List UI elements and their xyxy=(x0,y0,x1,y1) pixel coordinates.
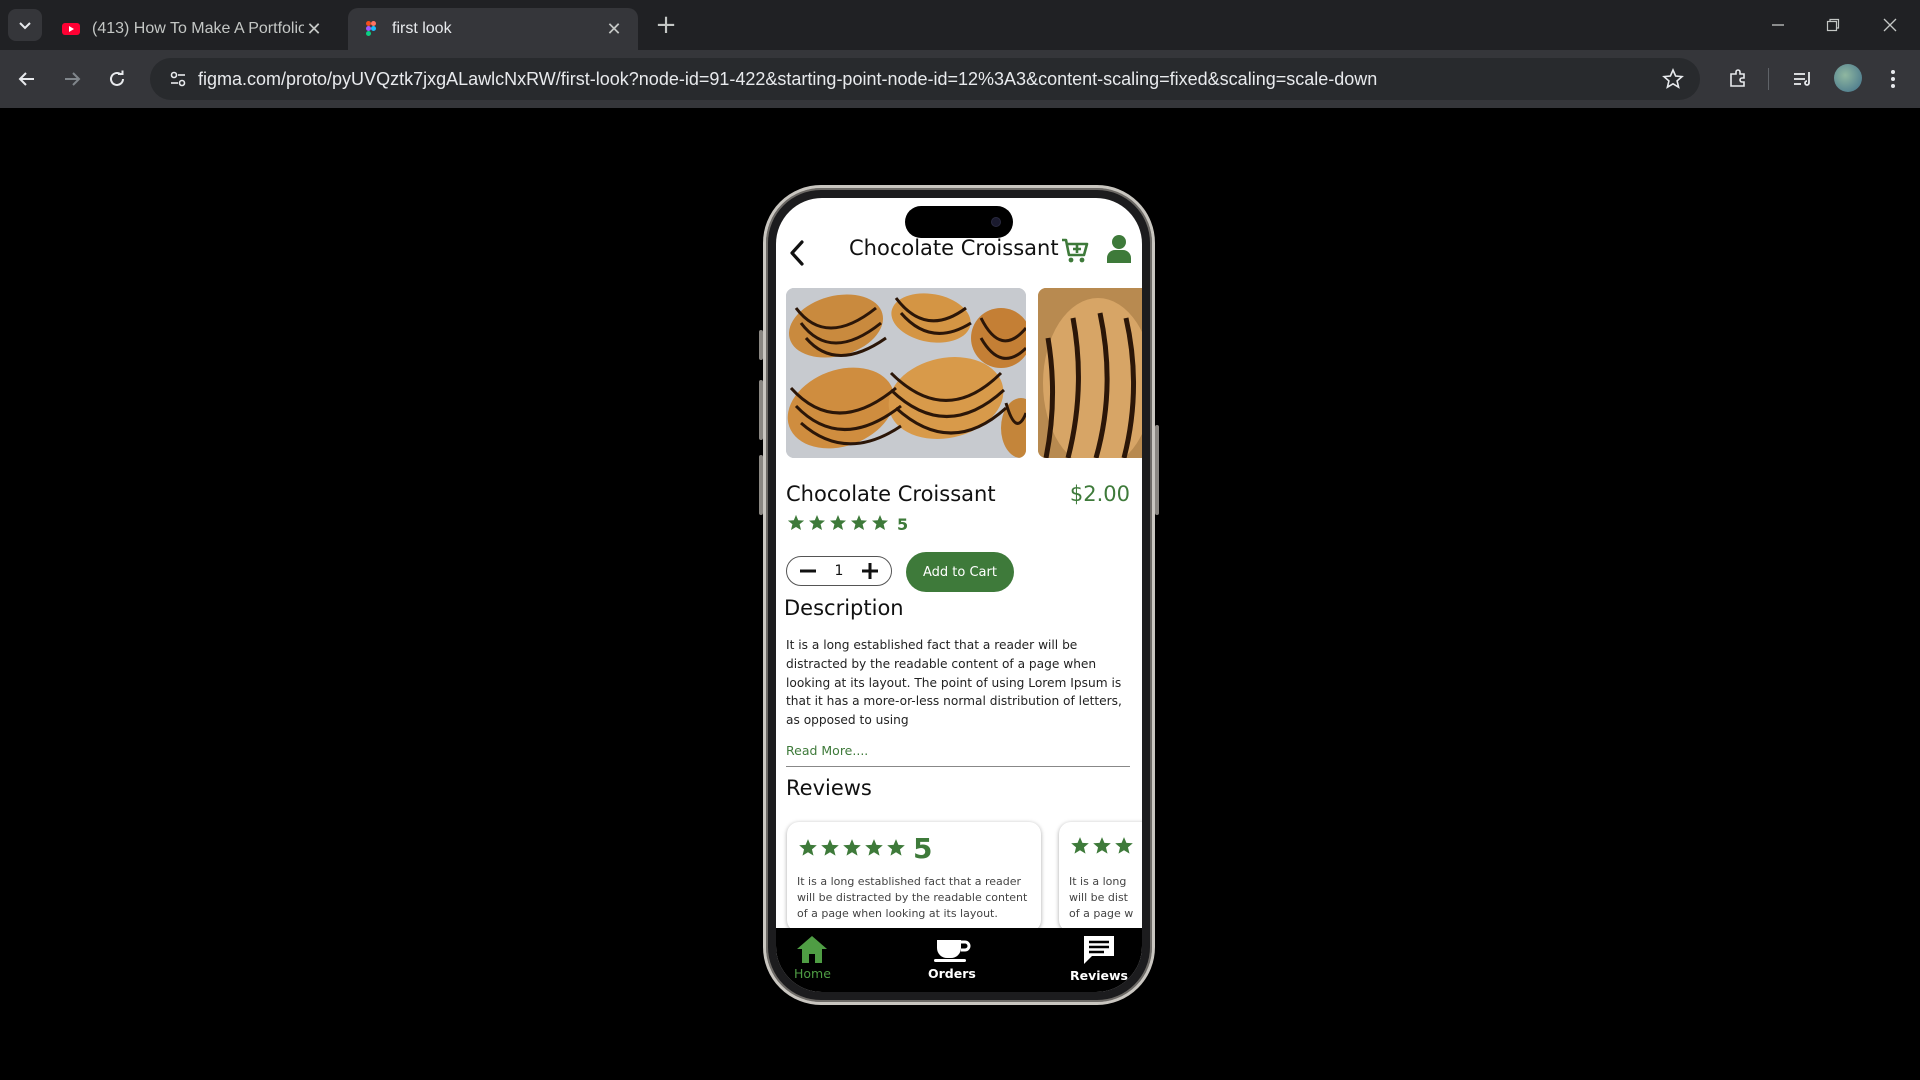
tune-icon xyxy=(170,71,186,87)
croissant-closeup-photo xyxy=(1038,288,1142,458)
nav-home[interactable]: Home xyxy=(794,934,831,981)
forward-button[interactable] xyxy=(57,64,87,94)
tab-title: (413) How To Make A Portfolio xyxy=(92,20,304,37)
close-tab-icon[interactable]: ✕ xyxy=(604,19,624,40)
review-rating xyxy=(1069,836,1135,858)
star-icon xyxy=(851,515,867,530)
review-text: It is a long will be dist of a page w xyxy=(1069,875,1134,920)
divider xyxy=(786,766,1130,767)
reload-icon xyxy=(110,70,124,86)
review-text: It is a long established fact that a rea… xyxy=(797,875,1028,920)
star-icon xyxy=(843,839,861,856)
bottom-navigation: Home Orders Reviews xyxy=(776,928,1142,992)
phone-volume-down xyxy=(759,455,763,515)
description-text: It is a long established fact that a rea… xyxy=(786,638,1122,728)
reload-button[interactable] xyxy=(102,64,132,94)
star-icon xyxy=(809,515,825,530)
browser-toolbar: figma.com/proto/pyUVQztk7jxgALawlcNxRW/f… xyxy=(0,50,1920,108)
chevron-down-icon xyxy=(19,22,31,30)
site-info-button[interactable] xyxy=(158,58,198,100)
minimize-button[interactable] xyxy=(1758,10,1798,40)
browser-menu-button[interactable] xyxy=(1880,66,1906,92)
nav-reviews-label: Reviews xyxy=(1070,968,1129,983)
star-icon xyxy=(1071,837,1089,854)
toolbar-separator xyxy=(1768,68,1769,90)
tab-youtube[interactable]: (413) How To Make A Portfolio ✕ xyxy=(48,8,338,50)
star-icon xyxy=(872,515,888,530)
star-icon xyxy=(865,839,883,856)
star-icon xyxy=(821,839,839,856)
review-card[interactable]: 5 It is a long established fact that a r… xyxy=(787,822,1041,932)
product-rating: 5 xyxy=(786,514,908,534)
product-image-1[interactable] xyxy=(786,288,1026,458)
media-controls-button[interactable] xyxy=(1790,66,1816,92)
more-vertical-icon xyxy=(1891,70,1895,88)
profile-avatar[interactable] xyxy=(1834,64,1862,92)
star-icon xyxy=(1093,837,1111,854)
star-icon xyxy=(1115,837,1133,854)
new-tab-button[interactable]: + xyxy=(652,12,680,40)
quantity-stepper: 1 xyxy=(786,556,892,586)
puzzle-icon xyxy=(1730,69,1745,87)
nav-reviews[interactable]: Reviews xyxy=(1070,934,1128,983)
restore-button[interactable] xyxy=(1813,10,1853,40)
product-price: $2.00 xyxy=(1069,482,1130,506)
review-rating: 5 xyxy=(797,832,933,865)
tab-figma[interactable]: first look ✕ xyxy=(348,8,638,50)
review-rating-value: 5 xyxy=(913,832,933,865)
tab-search-button[interactable] xyxy=(8,9,42,41)
star-icon xyxy=(830,515,846,530)
star-icon xyxy=(799,839,817,856)
page-title: Chocolate Croissant xyxy=(849,236,1059,260)
phone-screen: Chocolate Croissant Chocolate Croissant … xyxy=(776,198,1142,992)
product-name: Chocolate Croissant xyxy=(786,482,996,506)
user-profile-icon[interactable] xyxy=(1106,234,1132,264)
read-more-link[interactable]: Read More.... xyxy=(786,743,868,758)
home-icon xyxy=(797,936,828,963)
product-image-2[interactable] xyxy=(1038,288,1142,458)
croissant-photo xyxy=(786,288,1026,458)
minus-icon[interactable] xyxy=(799,562,817,580)
quantity-value[interactable]: 1 xyxy=(835,563,844,579)
back-arrow-icon[interactable] xyxy=(786,238,808,268)
reviews-heading: Reviews xyxy=(786,776,872,800)
arrow-right-icon xyxy=(65,72,81,86)
star-icon xyxy=(887,839,905,856)
nav-orders-label: Orders xyxy=(928,966,976,981)
nav-orders[interactable]: Orders xyxy=(928,934,976,981)
camera-icon xyxy=(991,217,1001,227)
tab-title: first look xyxy=(392,20,452,37)
product-page: Chocolate Croissant Chocolate Croissant … xyxy=(776,198,1142,992)
extensions-button[interactable] xyxy=(1725,66,1751,92)
youtube-icon xyxy=(62,23,80,35)
cart-add-icon[interactable] xyxy=(1060,236,1090,266)
plus-icon[interactable] xyxy=(861,562,879,580)
review-card[interactable]: It is a long will be dist of a page w xyxy=(1059,822,1142,932)
rating-value: 5 xyxy=(897,514,909,534)
phone-action-button xyxy=(759,330,763,360)
url-text: figma.com/proto/pyUVQztk7jxgALawlcNxRW/f… xyxy=(198,68,1378,89)
restore-icon xyxy=(1826,18,1840,32)
add-to-cart-button[interactable]: Add to Cart xyxy=(906,552,1014,592)
address-bar[interactable]: figma.com/proto/pyUVQztk7jxgALawlcNxRW/f… xyxy=(150,58,1700,100)
figma-icon xyxy=(366,21,376,36)
dynamic-island xyxy=(905,206,1013,238)
close-window-button[interactable] xyxy=(1870,10,1910,40)
star-icon xyxy=(788,515,804,530)
close-icon xyxy=(1883,18,1897,32)
description-heading: Description xyxy=(784,596,904,620)
bookmark-star-icon[interactable] xyxy=(1662,68,1684,90)
phone-volume-up xyxy=(759,380,763,440)
nav-home-label: Home xyxy=(794,966,831,981)
phone-power-button xyxy=(1155,425,1159,515)
arrow-left-icon xyxy=(18,72,34,86)
minimize-icon xyxy=(1772,24,1784,26)
media-queue-icon xyxy=(1794,72,1810,86)
browser-tab-bar: (413) How To Make A Portfolio ✕ first lo… xyxy=(0,0,1920,50)
message-icon xyxy=(1084,936,1114,964)
coffee-cup-icon xyxy=(933,940,971,962)
back-button[interactable] xyxy=(12,64,42,94)
close-tab-icon[interactable]: ✕ xyxy=(304,19,324,40)
